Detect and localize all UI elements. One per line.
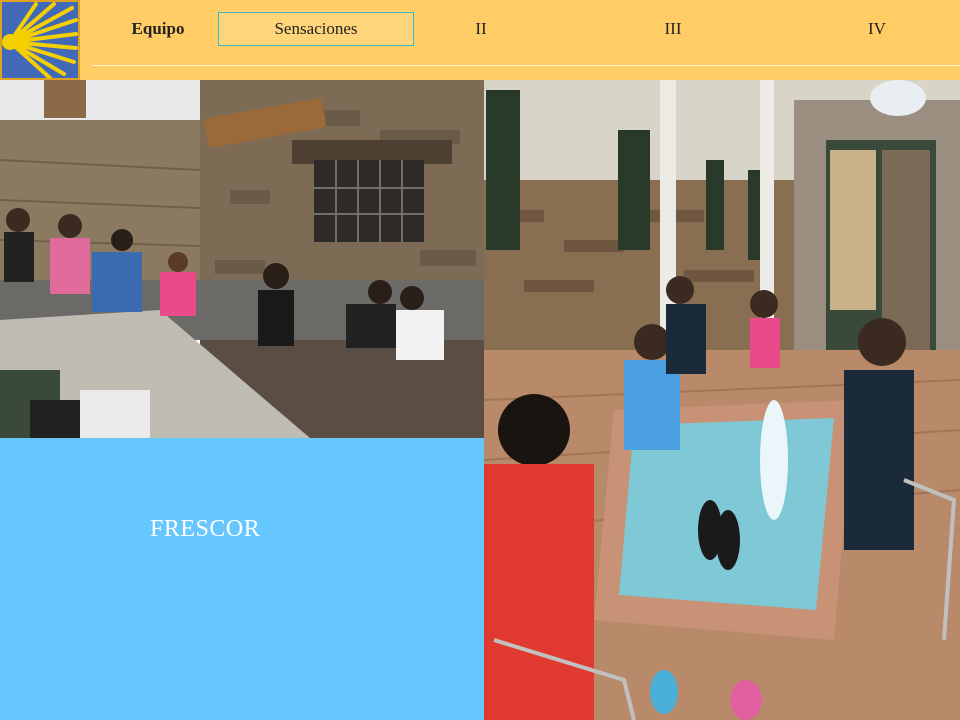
photo-group-at-fountain (0, 80, 484, 438)
tab-ii[interactable]: II (466, 12, 496, 46)
caption-panel: FRESCOR (0, 438, 484, 720)
scallop-shell-logo[interactable] (0, 0, 80, 80)
tab-sensaciones[interactable]: Sensaciones (218, 12, 414, 46)
photo-feet-in-fountain (484, 80, 960, 720)
tab-equipo[interactable]: Equipo (120, 12, 196, 46)
scallop-shell-icon (2, 2, 78, 78)
top-navigation-bar: Equipo Sensaciones II III IV (0, 0, 960, 80)
tab-iii[interactable]: III (658, 12, 688, 46)
section-tabs: Equipo Sensaciones II III IV (92, 12, 960, 46)
tab-iv[interactable]: IV (862, 12, 892, 46)
nav-divider (92, 65, 960, 66)
photo-caption: FRESCOR (150, 516, 261, 542)
